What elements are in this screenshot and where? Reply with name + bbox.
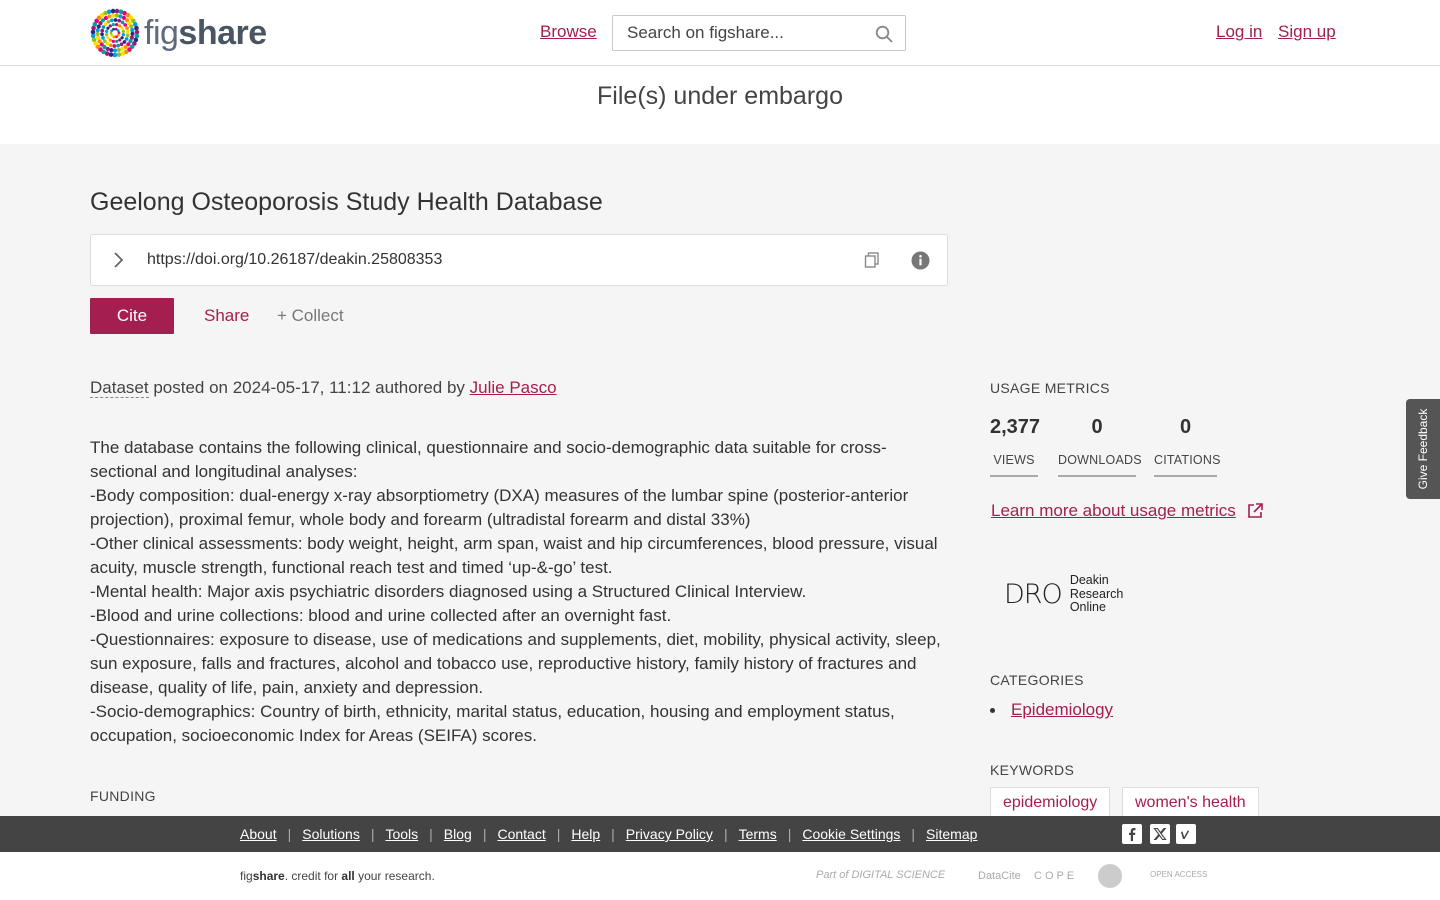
category-item: Epidemiology	[990, 700, 1113, 720]
logo-wordmark: figshare	[144, 13, 267, 52]
figshare-logo-icon	[90, 8, 140, 58]
description-paragraph: -Questionnaires: exposure to disease, us…	[90, 630, 941, 697]
footer-link-sitemap[interactable]: Sitemap	[926, 826, 977, 842]
separator: |	[611, 826, 615, 842]
footer-nav: About | Solutions | Tools | Blog | Contact | …	[240, 826, 977, 842]
copy-icon[interactable]	[863, 251, 881, 269]
usage-metrics-heading: USAGE METRICS	[990, 380, 1110, 396]
separator: |	[911, 826, 916, 842]
metric-label: CITATIONS	[1154, 453, 1220, 477]
description-paragraph: The database contains the following clin…	[90, 438, 887, 481]
footer-link-cookie-settings[interactable]: Cookie Settings	[802, 826, 900, 842]
separator: |	[723, 826, 728, 842]
metric-downloads[interactable]: 0 DOWNLOADS	[1058, 416, 1142, 477]
open-access-logo[interactable]: OPEN ACCESS	[1150, 870, 1207, 879]
item-description: The database contains the following clin…	[90, 436, 950, 748]
metric-value: 2,377	[990, 416, 1041, 438]
dro-logo[interactable]: DRO Deakin Research Online	[1004, 573, 1124, 615]
keyword-tag[interactable]: women's health	[1122, 787, 1259, 817]
keyword-tag[interactable]: epidemiology	[990, 787, 1111, 817]
site-header: figshare Browse Log in Sign up	[0, 0, 1440, 66]
footer-link-privacy[interactable]: Privacy Policy	[626, 826, 713, 842]
usage-metrics-link[interactable]: Learn more about usage metrics	[991, 501, 1264, 521]
browse-link[interactable]: Browse	[540, 22, 597, 42]
embargo-text: File(s) under embargo	[597, 82, 843, 110]
cite-button[interactable]: Cite	[90, 298, 174, 334]
separator: |	[370, 826, 375, 842]
info-icon[interactable]	[911, 251, 930, 270]
x-icon[interactable]	[1150, 824, 1170, 844]
footer-link-tools[interactable]: Tools	[385, 826, 418, 842]
give-feedback-tab[interactable]: Give Feedback	[1406, 399, 1440, 499]
dro-logo-mark: DRO	[1004, 578, 1063, 610]
usage-metrics-link-label: Learn more about usage metrics	[991, 501, 1236, 520]
metric-label: VIEWS	[990, 453, 1038, 477]
dro-logo-text: Deakin Research Online	[1069, 573, 1124, 614]
item-title: Geelong Osteoporosis Study Health Databa…	[90, 188, 603, 216]
footer-link-terms[interactable]: Terms	[739, 826, 777, 842]
category-link[interactable]: Epidemiology	[1011, 700, 1113, 720]
posted-text: posted on 2024-05-17, 11:12 authored by	[148, 378, 470, 397]
doi-box: https://doi.org/10.26187/deakin.25808353	[90, 234, 948, 286]
search-icon[interactable]	[875, 25, 893, 43]
give-feedback-label: Give Feedback	[1416, 408, 1430, 490]
datacite-logo[interactable]: DataCite	[978, 870, 1021, 882]
share-button[interactable]: Share	[204, 306, 249, 326]
separator: |	[429, 826, 433, 842]
signup-link[interactable]: Sign up	[1278, 22, 1336, 42]
description-paragraph: -Other clinical assessments: body weight…	[90, 534, 938, 577]
metric-label: DOWNLOADS	[1058, 453, 1142, 477]
item-type[interactable]: Dataset	[90, 378, 149, 398]
author-link[interactable]: Julie Pasco	[470, 378, 557, 397]
search-box	[612, 15, 906, 51]
separator: |	[482, 826, 487, 842]
metric-views[interactable]: 2,377 VIEWS	[990, 416, 1041, 477]
cope-logo[interactable]: COPE	[1034, 870, 1077, 882]
vimeo-icon[interactable]	[1176, 824, 1196, 844]
embargo-banner: File(s) under embargo	[0, 66, 1440, 144]
categories-heading: CATEGORIES	[990, 672, 1084, 688]
categories-list: Epidemiology	[990, 700, 1113, 720]
footer-link-about[interactable]: About	[240, 826, 277, 842]
footer-tagline: figshare. credit for all your research.	[240, 869, 435, 883]
metric-citations[interactable]: 0 CITATIONS	[1154, 416, 1220, 477]
item-meta: Dataset posted on 2024-05-17, 11:12 auth…	[90, 378, 557, 398]
separator: |	[287, 826, 292, 842]
separator: |	[556, 826, 561, 842]
doi-link[interactable]: https://doi.org/10.26187/deakin.25808353	[147, 251, 442, 269]
description-paragraph: -Socio-demographics: Country of birth, e…	[90, 702, 895, 745]
digital-science-logo[interactable]: Part of DIGITAL SCIENCE	[816, 869, 945, 881]
external-link-icon	[1247, 503, 1263, 518]
description-paragraph: -Body composition: dual-energy x-ray abs…	[90, 486, 909, 529]
footer-link-contact[interactable]: Contact	[497, 826, 545, 842]
footer-link-blog[interactable]: Blog	[444, 826, 472, 842]
footer-links-bar: About | Solutions | Tools | Blog | Contact | …	[0, 816, 1440, 852]
footer-link-solutions[interactable]: Solutions	[302, 826, 360, 842]
metric-value: 0	[1179, 416, 1192, 438]
facebook-icon[interactable]	[1122, 824, 1142, 844]
chevron-right-icon[interactable]	[109, 251, 127, 269]
login-link[interactable]: Log in	[1216, 22, 1262, 42]
description-paragraph: -Mental health: Major axis psychiatric d…	[90, 582, 807, 601]
footer-link-help[interactable]: Help	[571, 826, 600, 842]
keywords-heading: KEYWORDS	[990, 762, 1075, 778]
collect-button[interactable]: + Collect	[277, 306, 344, 326]
funding-heading: FUNDING	[90, 788, 156, 804]
figshare-logo[interactable]: figshare	[90, 8, 267, 58]
footer-bottom: figshare. credit for all your research. …	[0, 852, 1440, 900]
metric-value: 0	[1091, 416, 1103, 438]
search-input[interactable]	[613, 23, 863, 43]
separator: |	[787, 826, 792, 842]
seal-icon[interactable]	[1098, 864, 1122, 888]
description-paragraph: -Blood and urine collections: blood and …	[90, 606, 672, 625]
